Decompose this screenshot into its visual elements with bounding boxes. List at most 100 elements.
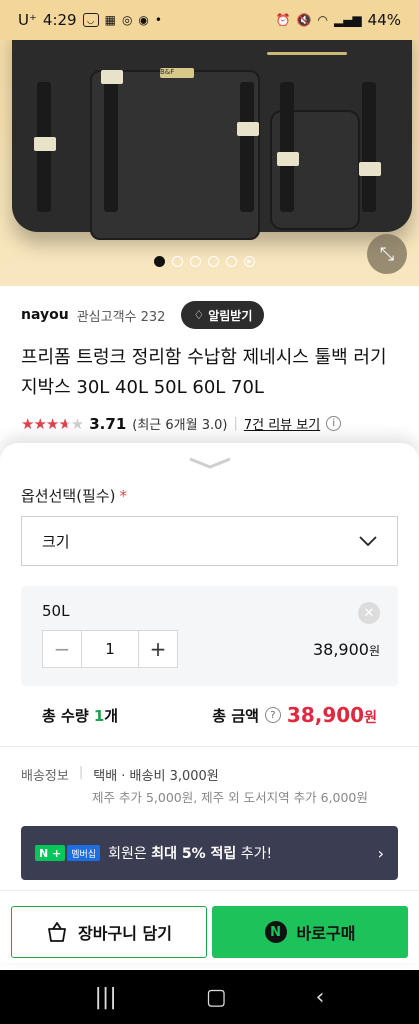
option-label-text: 옵션선택(필수) [21, 487, 116, 505]
vpn-icon: ◉ [138, 13, 149, 27]
bag-strap [240, 82, 254, 212]
membership-suffix: 추가! [236, 846, 273, 862]
decrement-button[interactable]: − [43, 631, 81, 667]
product-photo-bag: B&F [12, 22, 412, 240]
item-price: 38,900원 [313, 640, 380, 659]
seller-row: nayou 관심고객수 232 ♢ 알림받기 [21, 300, 401, 330]
shipping-info: 배송정보 | 택배 · 배송비 3,000원 [21, 765, 219, 784]
shipping-main: 택배 · 배송비 3,000원 [93, 769, 219, 784]
divider [0, 746, 419, 747]
total-price-currency: 원 [364, 710, 377, 726]
bag-buckle [237, 122, 259, 136]
quantity-stepper: − 1 + [42, 630, 178, 668]
gallery-video-dot-icon[interactable]: ▶ [244, 256, 255, 267]
gallery-dot-3[interactable] [190, 256, 201, 267]
rating-row: ★★★★★ 3.71 (최근 6개월 3.0) | 7건 리뷰 보기 i [21, 414, 342, 433]
total-row: 총 수량 1개 총 금액 ? 38,900원 [21, 697, 398, 733]
shield-app-icon: ◎ [121, 13, 133, 27]
smiley-app-icon: ◡ [82, 13, 99, 27]
home-icon[interactable]: ▢ [206, 985, 227, 1010]
selected-item-name: 50L [42, 602, 70, 620]
product-title: 프리폼 트렁크 정리함 수납함 제네시스 툴백 러기지박스 30L 40L 50… [21, 347, 387, 398]
mute-icon: 🔇 [296, 13, 312, 27]
gallery-dot-4[interactable] [208, 256, 219, 267]
add-to-cart-button[interactable]: 장바구니 담기 [11, 906, 207, 958]
membership-badge: 멤버십 [67, 845, 101, 861]
bag-buckle [277, 152, 299, 166]
seller-name[interactable]: nayou [21, 307, 69, 323]
collapse-handle-icon[interactable] [188, 457, 232, 469]
gallery-dots: ▶ [154, 256, 255, 267]
rating-stars-icon: ★★★★★ [21, 414, 84, 433]
follower-count: 관심고객수 232 [76, 309, 166, 325]
subscribe-alert-button[interactable]: ♢ 알림받기 [181, 301, 265, 329]
item-price-value: 38,900 [312, 640, 369, 659]
dudi-loca-icon: ▦ [104, 13, 116, 27]
product-image[interactable]: B&F ▶ ⤡ [0, 0, 419, 286]
bag-strap [362, 82, 376, 212]
close-icon[interactable]: ✕ [358, 602, 380, 624]
total-price-value: 38,900 [286, 703, 365, 727]
chevron-down-icon [359, 536, 377, 546]
option-label: 옵션선택(필수) * [21, 485, 127, 506]
total-amount-label: 총 금액 [212, 706, 259, 725]
size-select-value: 크기 [42, 532, 70, 551]
chevron-right-icon: › [377, 843, 384, 863]
add-to-cart-label: 장바구니 담기 [78, 924, 172, 943]
rating-score: 3.71 [89, 414, 127, 433]
option-bottom-sheet: 옵션선택(필수) * 크기 50L ✕ − 1 + 38,900원 총 수량 1개… [0, 443, 419, 963]
action-bar: 장바구니 담기 N 바로구매 [0, 890, 419, 962]
total-amount: 총 금액 ? 38,900원 [212, 703, 377, 727]
buy-now-label: 바로구매 [296, 924, 356, 943]
status-bar: U⁺ 4:29 ◡ ▦ ◎ ◉ • ⏰ 🔇 ◠ ▂▄▆ 44% [0, 0, 419, 40]
naver-n-icon: N [264, 921, 287, 943]
naver-plus-badge: N + [35, 845, 66, 861]
gallery-dot-2[interactable] [172, 256, 183, 267]
item-price-currency: 원 [368, 644, 380, 658]
bag-buckle [359, 162, 381, 176]
system-nav-bar: ||| ▢ ‹ [0, 970, 419, 1024]
selected-item-card: 50L ✕ − 1 + 38,900원 [21, 586, 398, 686]
divider: | [233, 416, 238, 431]
increment-button[interactable]: + [139, 631, 177, 667]
notification-dot-icon: • [154, 13, 162, 27]
bag-buckle [34, 137, 56, 151]
signal-icon: ▂▄▆ [333, 13, 362, 27]
buy-now-button[interactable]: N 바로구매 [212, 906, 408, 958]
back-icon[interactable]: ‹ [316, 985, 325, 1010]
battery-label: 44% [367, 11, 401, 29]
bag-buckle [101, 70, 123, 84]
total-quantity: 총 수량 1개 [42, 705, 118, 726]
bag-stripe [267, 52, 347, 55]
wifi-icon: ◠ [317, 13, 328, 27]
required-mark: * [119, 487, 128, 505]
shipping-extra: 제주 추가 5,000원, 제주 외 도서지역 추가 6,000원 [92, 790, 368, 805]
carrier-label: U⁺ [18, 11, 37, 29]
expand-icon[interactable]: ⤡ [367, 234, 407, 274]
subscribe-alert-label: 알림받기 [208, 308, 253, 323]
size-select[interactable]: 크기 [21, 516, 398, 566]
review-link[interactable]: 7건 리뷰 보기 [244, 414, 320, 433]
total-price: 38,900원 [287, 703, 377, 727]
total-qty-prefix: 총 수량 [42, 706, 94, 725]
gallery-dot-1[interactable] [154, 256, 165, 267]
rating-recent: (최근 6개월 3.0) [132, 418, 228, 433]
divider: | [78, 765, 84, 780]
bag-strap [280, 82, 294, 212]
recent-apps-icon[interactable]: ||| [95, 985, 117, 1010]
total-qty-suffix: 개 [104, 706, 119, 725]
membership-text: 회원은 최대 5% 적립 추가! [108, 843, 272, 863]
membership-highlight: 최대 5% 적립 [151, 846, 237, 862]
alarm-icon: ⏰ [275, 13, 291, 27]
quantity-value[interactable]: 1 [81, 631, 139, 667]
clock: 4:29 [42, 11, 77, 29]
info-icon[interactable]: i [326, 416, 342, 431]
gallery-dot-5[interactable] [226, 256, 237, 267]
shopping-bag-icon [48, 922, 66, 942]
help-icon[interactable]: ? [264, 707, 281, 723]
membership-banner[interactable]: N + 멤버십 회원은 최대 5% 적립 추가! › [21, 826, 398, 880]
shipping-label: 배송정보 [21, 769, 69, 784]
bag-strap [104, 82, 118, 212]
bag-logo: B&F [160, 68, 194, 78]
membership-prefix: 회원은 [108, 846, 152, 862]
